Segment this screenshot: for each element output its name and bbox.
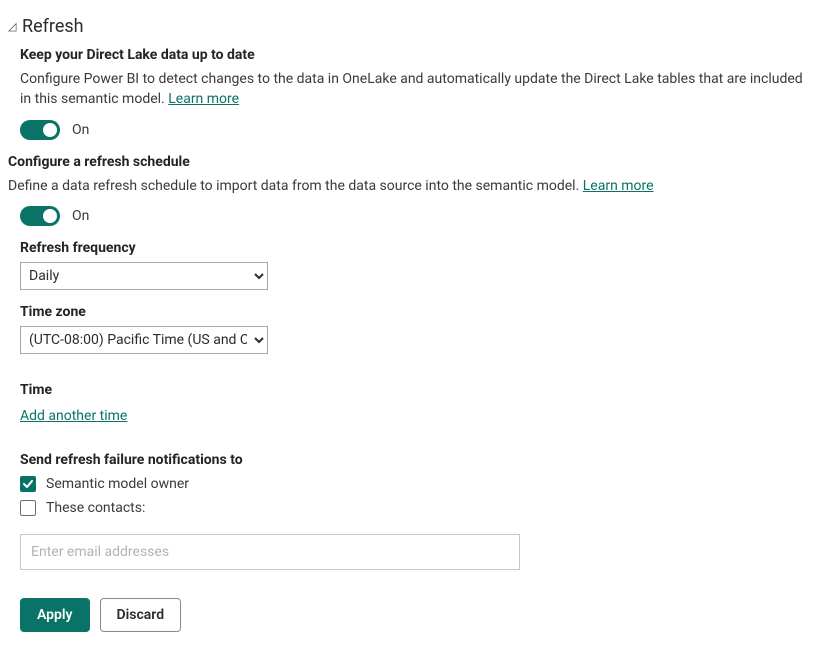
notify-heading: Send refresh failure notifications to [20,452,810,468]
notify-contacts-label: These contacts: [46,500,145,516]
direct-lake-learn-more-link[interactable]: Learn more [168,91,239,107]
frequency-select[interactable]: Daily [20,262,268,290]
schedule-learn-more-link[interactable]: Learn more [583,178,654,194]
schedule-description: Define a data refresh schedule to import… [8,176,810,196]
timezone-select[interactable]: (UTC-08:00) Pacific Time (US and Canada) [20,326,268,354]
schedule-heading: Configure a refresh schedule [8,154,810,170]
notify-owner-label: Semantic model owner [46,476,189,492]
collapse-caret-icon: ◿ [8,20,20,33]
direct-lake-toggle[interactable] [20,120,60,140]
timezone-label: Time zone [20,304,810,320]
discard-button[interactable]: Discard [100,598,182,632]
apply-button[interactable]: Apply [20,598,90,632]
time-label: Time [20,382,810,398]
checkmark-icon [22,478,34,490]
notify-owner-checkbox[interactable] [20,476,36,492]
notify-email-input[interactable] [20,534,520,570]
direct-lake-description: Configure Power BI to detect changes to … [20,69,810,110]
section-title: Refresh [22,16,84,37]
schedule-toggle-state: On [72,208,89,224]
schedule-toggle[interactable] [20,206,60,226]
direct-lake-toggle-state: On [72,122,89,138]
direct-lake-heading: Keep your Direct Lake data up to date [20,47,810,63]
frequency-label: Refresh frequency [20,240,810,256]
add-another-time-link[interactable]: Add another time [20,408,127,424]
refresh-section-header[interactable]: ◿ Refresh [8,16,810,37]
notify-contacts-checkbox[interactable] [20,500,36,516]
toggle-knob-icon [43,209,57,223]
toggle-knob-icon [43,123,57,137]
